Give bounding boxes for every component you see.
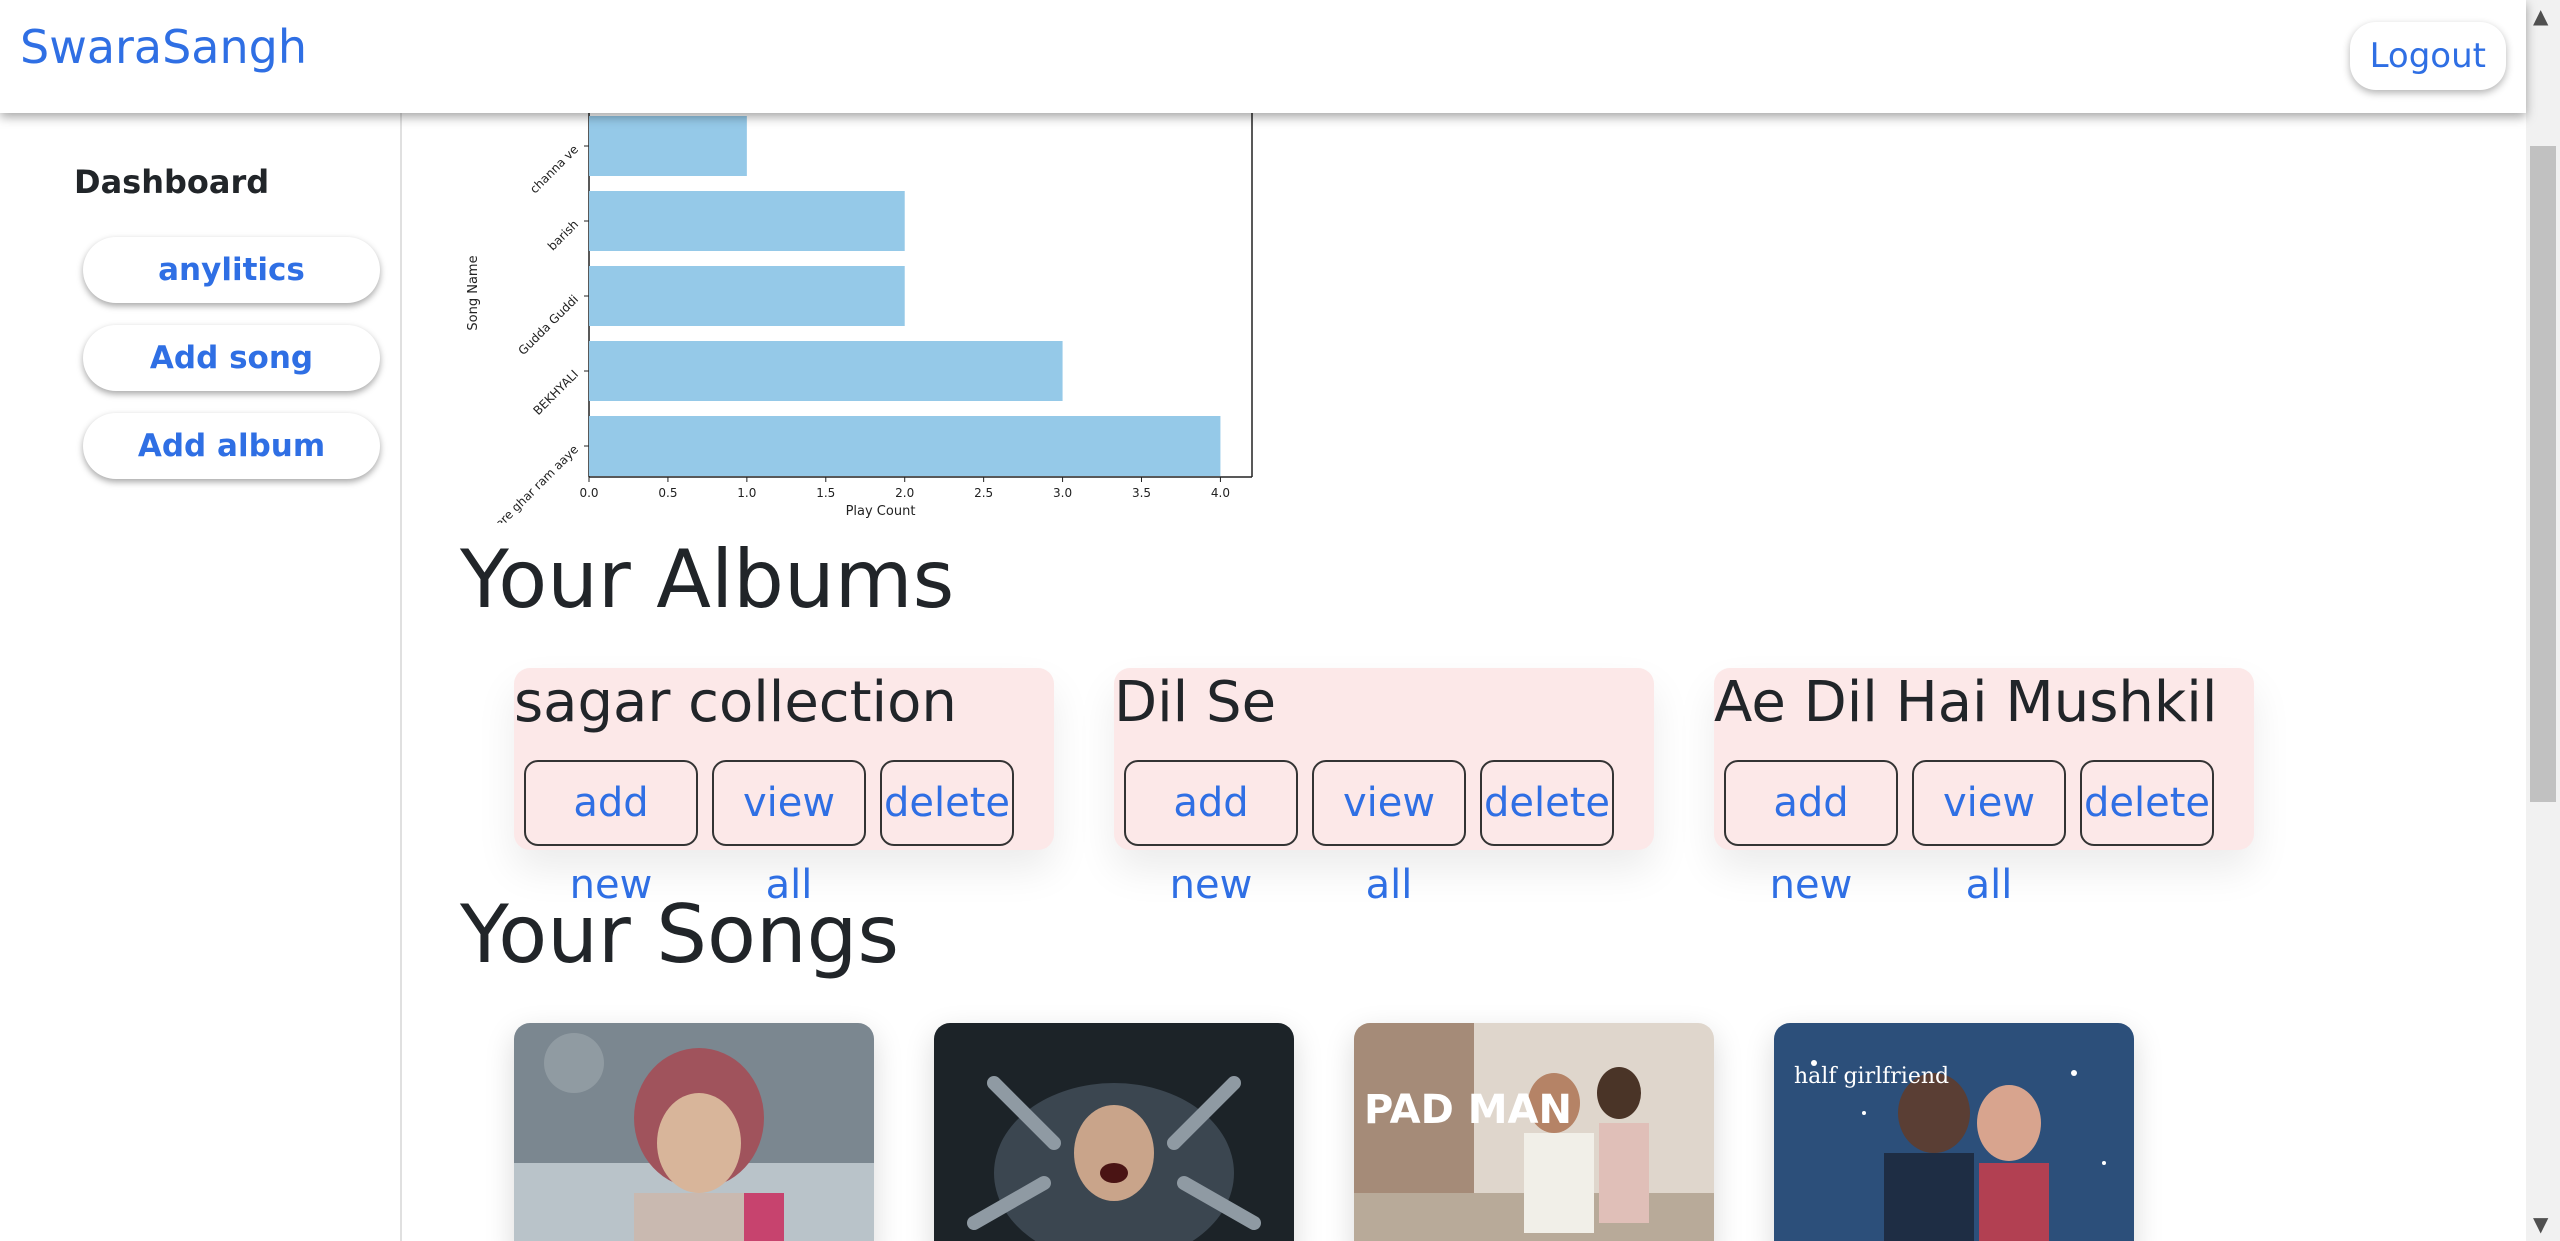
y-axis-label: Song Name (466, 255, 481, 330)
delete-button[interactable]: delete (1480, 760, 1614, 846)
padman-title-text: PAD MAN (1364, 1087, 1572, 1133)
song-card[interactable] (514, 1023, 874, 1241)
vertical-scrollbar[interactable]: ▲ ▼ (2526, 0, 2560, 1241)
delete-button[interactable]: delete (2080, 760, 2214, 846)
album-card: Ae Dil Hai Mushkil add new view all dele… (1714, 668, 2254, 908)
albums-heading: Your Albums (460, 533, 955, 626)
y-tick-label: barish (545, 217, 581, 253)
song-card[interactable]: half girlfriend (1774, 1023, 2134, 1241)
x-tick-label: 0.0 (579, 486, 598, 500)
album-title: sagar collection (514, 670, 957, 735)
album-card: Dil Se add new view all delete (1114, 668, 1654, 908)
view-all-button[interactable]: view all (1312, 760, 1466, 908)
bar (589, 116, 747, 176)
album-title: Dil Se (1114, 670, 1277, 735)
scroll-down-icon[interactable]: ▼ (2533, 1212, 2548, 1236)
view-all-button[interactable]: view all (712, 760, 866, 908)
song-art-girl-in-snow (514, 1023, 874, 1241)
bar (589, 191, 905, 251)
bar (589, 266, 905, 326)
bar (589, 341, 1063, 401)
logout-button[interactable]: Logout (2349, 22, 2506, 90)
x-axis-label: Play Count (846, 504, 916, 519)
play-count-chart: Mere ghar ram aaye BEKHYALI Gudda Guddi bar… (452, 113, 1282, 538)
view-all-button[interactable]: view all (1912, 760, 2066, 908)
scroll-up-icon[interactable]: ▲ (2533, 4, 2548, 28)
song-art-half-girlfriend: half girlfriend (1774, 1023, 2134, 1241)
songs-heading: Your Songs (460, 888, 900, 981)
song-card[interactable] (934, 1023, 1294, 1241)
half-girlfriend-title-text: half girlfriend (1794, 1064, 1949, 1089)
sidebar-item-add-song[interactable]: Add song (83, 325, 380, 391)
x-tick-label: 3.0 (1053, 486, 1072, 500)
x-tick-label: 3.5 (1132, 486, 1151, 500)
add-new-button[interactable]: add new (524, 760, 698, 908)
x-tick-label: 2.5 (974, 486, 993, 500)
y-tick-label: BEKHYALI (531, 367, 582, 418)
delete-button[interactable]: delete (880, 760, 1014, 846)
y-tick-label: Gudda Guddi (516, 292, 582, 358)
song-card[interactable]: PAD MAN (1354, 1023, 1714, 1241)
sidebar-item-analytics[interactable]: anylitics (83, 237, 380, 303)
bar (589, 416, 1221, 476)
y-tick-label: Mere ghar ram aaye (485, 442, 581, 523)
add-new-button[interactable]: add new (1124, 760, 1298, 908)
add-new-button[interactable]: add new (1724, 760, 1898, 908)
main-content: Mere ghar ram aaye BEKHYALI Gudda Guddi bar… (402, 113, 2526, 1241)
album-title: Ae Dil Hai Mushkil (1714, 670, 2218, 735)
scroll-thumb[interactable] (2530, 146, 2556, 802)
x-tick-label: 1.5 (816, 486, 835, 500)
song-art-horror (934, 1023, 1294, 1241)
sidebar-item-add-album[interactable]: Add album (83, 413, 380, 479)
sidebar: Dashboard anylitics Add song Add album (0, 113, 402, 1241)
top-navbar: SwaraSangh Logout (0, 0, 2526, 113)
sidebar-title: Dashboard (74, 163, 270, 201)
y-tick-label: channa ve (527, 142, 581, 196)
x-tick-label: 1.0 (737, 486, 756, 500)
x-tick-label: 4.0 (1211, 486, 1230, 500)
chart-svg: Mere ghar ram aaye BEKHYALI Gudda Guddi bar… (466, 113, 1253, 538)
song-art-padman: PAD MAN (1354, 1023, 1714, 1241)
album-card: sagar collection add new view all delete (514, 668, 1054, 908)
brand-logo[interactable]: SwaraSangh (20, 20, 307, 74)
x-tick-label: 0.5 (658, 486, 677, 500)
x-tick-label: 2.0 (895, 486, 914, 500)
